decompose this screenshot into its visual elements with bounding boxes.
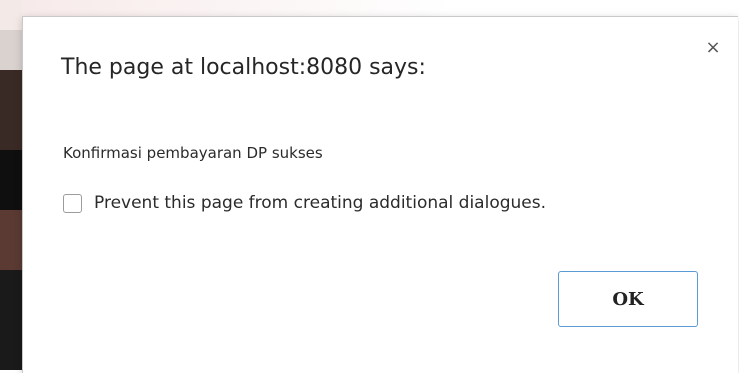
background-band xyxy=(0,210,22,270)
ok-button[interactable]: OK xyxy=(558,271,698,327)
background-band xyxy=(0,270,22,370)
background-band xyxy=(0,0,22,30)
prevent-dialogs-label[interactable]: Prevent this page from creating addition… xyxy=(94,193,546,213)
prevent-dialogs-row[interactable]: Prevent this page from creating addition… xyxy=(63,193,546,213)
background-band xyxy=(0,70,22,150)
background-band xyxy=(0,150,22,210)
close-icon[interactable]: × xyxy=(704,39,722,57)
alert-dialog: × The page at localhost:8080 says: Konfi… xyxy=(22,16,738,373)
background-band xyxy=(0,30,22,70)
dialog-title: The page at localhost:8080 says: xyxy=(61,55,426,80)
background-page-edge xyxy=(0,0,22,370)
prevent-dialogs-checkbox[interactable] xyxy=(63,193,82,213)
dialog-message: Konfirmasi pembayaran DP sukses xyxy=(63,144,323,162)
